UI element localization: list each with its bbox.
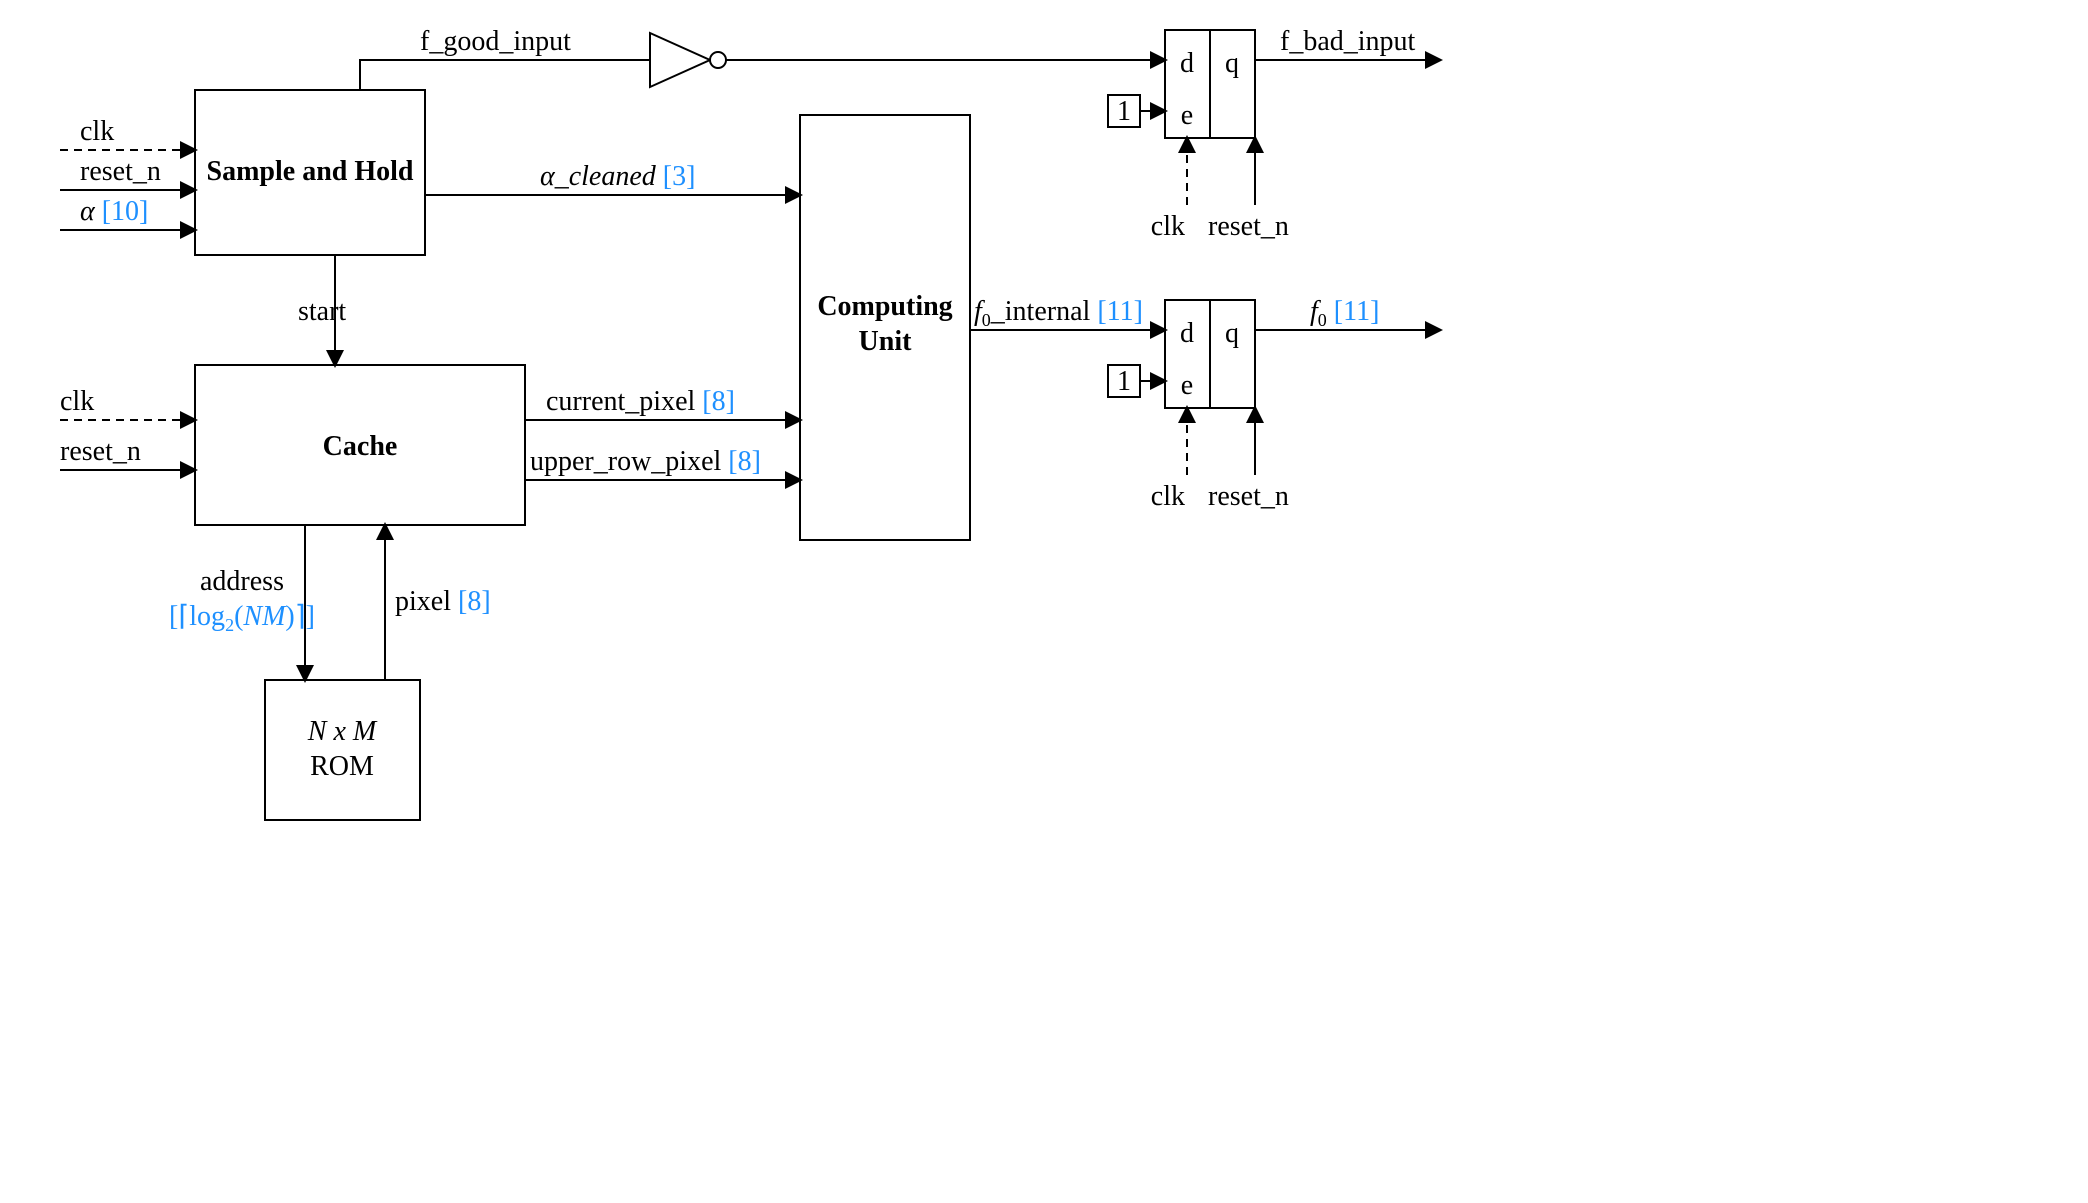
wire-f-good-input [360, 60, 650, 90]
label-current-pixel: current_pixel [8] [546, 386, 735, 417]
label-resetn-sh: reset_n [80, 156, 161, 187]
label-clk-cache: clk [60, 386, 94, 417]
rom-label-line2: ROM [310, 751, 374, 782]
const-one-top-label: 1 [1117, 96, 1131, 127]
label-address-bits: [⌈log2(NM)⌉] [169, 601, 315, 635]
computing-unit-label-l1: Computing [817, 291, 952, 322]
flipflop-top: d q e [1165, 30, 1255, 138]
label-start: start [298, 296, 346, 327]
ff-top-reset-label: reset_n [1208, 211, 1289, 242]
label-resetn-cache: reset_n [60, 436, 141, 467]
label-upper-row-pixel: upper_row_pixel [8] [530, 446, 761, 477]
ff-d-bot: d [1180, 318, 1194, 349]
ff-d: d [1180, 48, 1194, 79]
flipflop-bottom: d q e [1165, 300, 1255, 408]
ff-q-bot: q [1225, 318, 1239, 349]
ff-e-bot: e [1181, 370, 1193, 401]
label-f0-internal: f0_internal [11] [974, 296, 1143, 330]
rom-block [265, 680, 420, 820]
ff-bot-reset-label: reset_n [1208, 481, 1289, 512]
label-f0: f0 [11] [1310, 296, 1379, 330]
label-alpha-cleaned: α_cleaned [3] [540, 161, 695, 192]
ff-e: e [1181, 100, 1193, 131]
rom-label-line1: N x M [307, 716, 378, 747]
const-one-bot-label: 1 [1117, 366, 1131, 397]
label-clk-sh: clk [80, 116, 114, 147]
block-diagram: Sample and Hold Cache N x M ROM Computin… [0, 0, 1470, 860]
cache-label: Cache [323, 431, 398, 462]
ff-top-clk-label: clk [1151, 211, 1185, 242]
label-f-good-input: f_good_input [420, 26, 571, 57]
label-f-bad-input: f_bad_input [1280, 26, 1416, 57]
ff-bot-clk-label: clk [1151, 481, 1185, 512]
not-gate-icon [650, 33, 726, 87]
computing-unit-label-l2: Unit [859, 326, 913, 357]
label-pixel: pixel [8] [395, 586, 491, 617]
label-alpha: α [10] [80, 196, 148, 227]
sample-and-hold-label: Sample and Hold [207, 156, 414, 187]
ff-q: q [1225, 48, 1239, 79]
label-address: address [200, 566, 284, 597]
